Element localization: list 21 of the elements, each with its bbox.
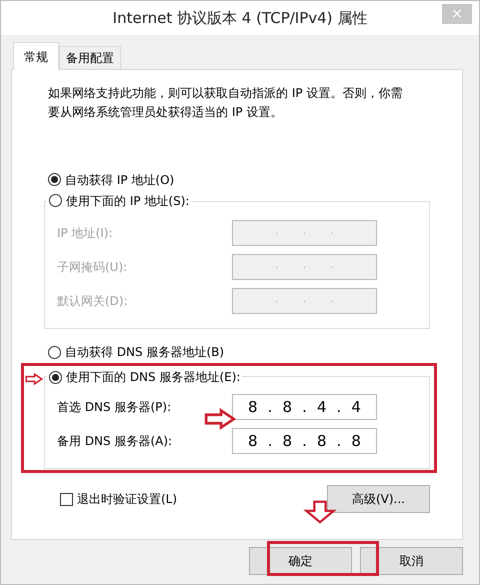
- dialog-button[interactable]: 取消: [360, 547, 463, 575]
- field-label: 默认网关(D):: [57, 293, 128, 310]
- radio-button[interactable]: 自动获得 DNS 服务器地址(B): [46, 343, 226, 361]
- ip-address-field[interactable]: 8 . 8 . 8 . 8: [232, 428, 377, 454]
- field-label: IP 地址(I):: [57, 225, 113, 242]
- dialog-button[interactable]: 确定: [249, 547, 352, 575]
- field-label: 备用 DNS 服务器(A):: [57, 433, 172, 450]
- window-title: Internet 协议版本 4 (TCP/IPv4) 属性: [112, 8, 368, 29]
- arrow-icon: [303, 499, 337, 525]
- field-label: 首选 DNS 服务器(P):: [57, 399, 172, 416]
- radio-button[interactable]: 使用下面的 IP 地址(S):: [47, 192, 192, 210]
- tab[interactable]: 备用配置: [59, 46, 121, 69]
- tab[interactable]: 常规: [13, 42, 59, 70]
- radio-button[interactable]: 使用下面的 DNS 服务器地址(E):: [47, 368, 242, 386]
- radio-button[interactable]: 自动获得 IP 地址(O): [46, 170, 176, 188]
- ip-address-field[interactable]: 8 . 8 . 4 . 4: [232, 394, 377, 420]
- advanced-button[interactable]: 高级(V)...: [327, 485, 430, 513]
- checkbox[interactable]: 退出时验证设置(L): [60, 490, 178, 508]
- arrow-icon: [204, 407, 236, 431]
- field-label: 子网掩码(U):: [57, 259, 128, 276]
- description-text: 如果网络支持此功能，则可以获取自动指派的 IP 设置。否则，你需要从网络系统管理员处获得适当的 IP 设置。: [48, 85, 404, 121]
